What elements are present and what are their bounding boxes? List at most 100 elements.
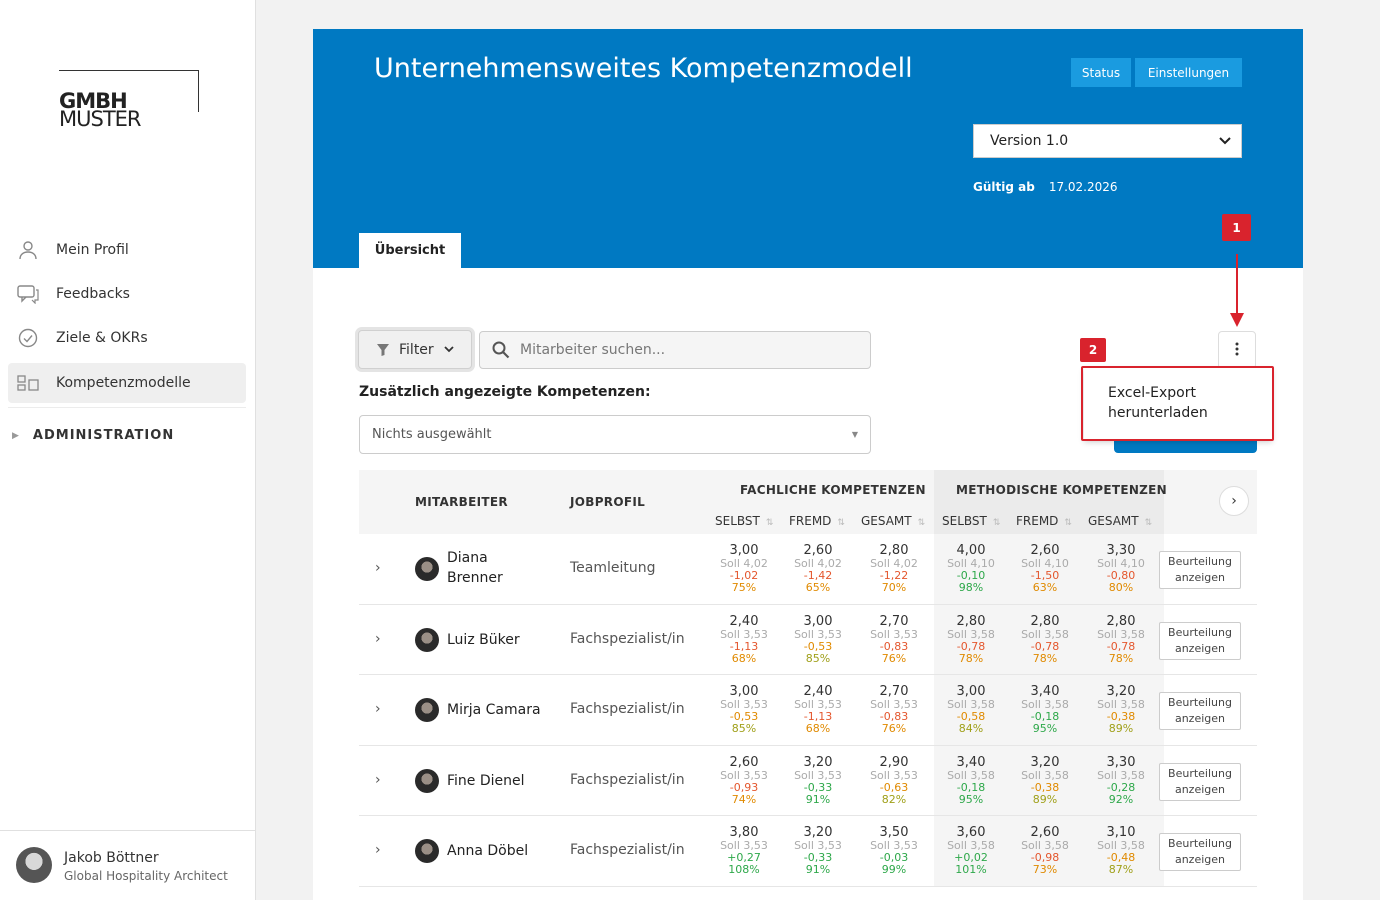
percent-value: 68% (731, 651, 757, 665)
target-value: Soll 3,58 (1021, 768, 1069, 782)
expand-chevron-icon[interactable]: › (375, 631, 381, 647)
percent-value: 98% (958, 581, 984, 594)
search-input[interactable] (520, 342, 840, 358)
score-value: 3,20 (803, 825, 833, 840)
sort-fremd-fach[interactable]: FREMD ⇅ (789, 514, 845, 528)
table-row[interactable]: › Fine Dienel Fachspezialist/in 2,60 Soll 3,… (359, 745, 1257, 816)
sort-icon: ⇅ (1144, 518, 1153, 528)
user-role: Global Hospitality Architect (64, 869, 228, 883)
table-row[interactable]: › Anna Döbel Fachspezialist/in 3,80 Soll 3,5… (359, 816, 1257, 887)
view-assessment-button[interactable]: Beurteilung anzeigen (1159, 621, 1241, 660)
table-row[interactable]: › Diana Brenner Teamleitung 3,00 Soll 4,02 -1… (359, 534, 1257, 605)
score-cell: 2,80 Soll 4,02 -1,22 70% (864, 543, 924, 594)
score-cell: 2,60 Soll 3,58 -0,98 73% (1015, 825, 1075, 876)
valid-from-label: Gültig ab (973, 180, 1035, 194)
company-logo[interactable]: MUSTER GMBH (59, 70, 199, 131)
sort-gesamt-fach[interactable]: GESAMT ⇅ (861, 514, 925, 528)
sort-gesamt-meth[interactable]: GESAMT ⇅ (1088, 514, 1152, 528)
percent-value: 70% (881, 581, 907, 594)
chevron-right-icon: › (1231, 493, 1237, 509)
settings-button[interactable]: Einstellungen (1135, 58, 1242, 87)
table-row[interactable]: › Luiz Büker Fachspezialist/in 2,40 Soll 3,5… (359, 604, 1257, 675)
kebab-icon (1235, 341, 1239, 360)
search-field[interactable] (479, 331, 871, 369)
sidebar-item-kompetenzmodelle[interactable]: Kompetenzmodelle (8, 363, 246, 403)
score-value: 3,00 (729, 684, 759, 699)
percent-value: 92% (1108, 792, 1134, 806)
target-value: Soll 3,53 (794, 768, 842, 782)
caret-down-icon: ▼ (851, 430, 858, 439)
sort-selbst-meth[interactable]: SELBST ⇅ (942, 514, 1000, 528)
delta-value: -0,93 (729, 780, 759, 794)
column-sub-label: SELBST (942, 514, 987, 528)
employee-name[interactable]: Luiz Büker (447, 630, 577, 650)
user-icon (16, 238, 40, 262)
percent-value: 76% (881, 651, 907, 665)
more-options-button[interactable] (1218, 331, 1256, 369)
view-assessment-button[interactable]: Beurteilung anzeigen (1159, 762, 1241, 801)
view-assessment-button[interactable]: Beurteilung anzeigen (1159, 833, 1241, 871)
score-cell: 3,30 Soll 3,58 -0,28 92% (1091, 755, 1151, 806)
extra-competencies-select[interactable]: Nichts ausgewählt ▼ (359, 415, 871, 454)
score-cell: 2,80 Soll 3,58 -0,78 78% (941, 614, 1001, 665)
delta-value: -0,63 (879, 780, 909, 794)
expand-chevron-icon[interactable]: › (375, 701, 381, 717)
employee-name[interactable]: Diana Brenner (447, 548, 517, 588)
percent-value: 76% (881, 722, 907, 735)
employee-name[interactable]: Anna Döbel (447, 841, 577, 861)
avatar (415, 557, 439, 581)
percent-value: 63% (1032, 581, 1058, 594)
score-value: 3,20 (1030, 754, 1060, 770)
employee-name[interactable]: Mirja Camara (447, 700, 577, 720)
table-header: MITARBEITER JOBPROFIL FACHLICHE KOMPETEN… (359, 470, 1257, 534)
version-select[interactable]: Version 1.0 (973, 124, 1242, 158)
user-profile[interactable]: Jakob Böttner Global Hospitality Archite… (0, 830, 256, 900)
annotation-arrow-head (1230, 313, 1244, 327)
avatar (16, 847, 52, 883)
column-group-fachlich: FACHLICHE KOMPETENZEN (740, 483, 926, 497)
sort-selbst-fach[interactable]: SELBST ⇅ (715, 514, 773, 528)
column-header-jobprofile[interactable]: JOBPROFIL (570, 495, 645, 509)
score-value: 3,30 (1106, 754, 1136, 770)
score-cell: 3,30 Soll 4,10 -0,80 80% (1091, 543, 1151, 594)
table-row[interactable]: › Mirja Camara Fachspezialist/in 3,00 Soll 3… (359, 675, 1257, 746)
employee-name[interactable]: Fine Dienel (447, 771, 577, 791)
target-value: Soll 3,58 (947, 768, 995, 782)
funnel-icon (377, 343, 389, 356)
score-cell: 2,80 Soll 3,58 -0,78 78% (1015, 614, 1075, 665)
percent-value: 80% (1108, 581, 1134, 594)
sidebar-item-ziele-okrs[interactable]: Ziele & OKRs (8, 318, 246, 358)
score-value: 2,60 (1030, 825, 1060, 840)
score-cell: 2,40 Soll 3,53 -1,13 68% (714, 614, 774, 665)
expand-chevron-icon[interactable]: › (375, 842, 381, 858)
score-value: 2,60 (729, 754, 759, 770)
score-cell: 3,00 Soll 3,53 -0,53 85% (788, 614, 848, 665)
version-select-value: Version 1.0 (990, 133, 1069, 149)
score-value: 2,70 (879, 684, 909, 699)
expand-chevron-icon[interactable]: › (375, 772, 381, 788)
score-value: 3,60 (956, 825, 986, 840)
percent-value: 89% (1032, 792, 1058, 806)
main-content: Unternehmensweites Kompetenzmodell Statu… (313, 29, 1303, 900)
sidebar-item-administration[interactable]: ▶ ADMINISTRATION (12, 428, 174, 443)
sidebar-item-mein-profil[interactable]: Mein Profil (8, 230, 246, 270)
view-assessment-button[interactable]: Beurteilung anzeigen (1159, 551, 1241, 589)
sidebar: MUSTER GMBH Mein Profil Feedbacks Ziele &… (0, 0, 256, 900)
user-name: Jakob Böttner (64, 850, 159, 866)
sidebar-item-feedbacks[interactable]: Feedbacks (8, 274, 246, 314)
column-header-employee[interactable]: MITARBEITER (415, 495, 508, 509)
sort-fremd-meth[interactable]: FREMD ⇅ (1016, 514, 1072, 528)
percent-value: 101% (955, 863, 987, 876)
score-value: 2,70 (879, 613, 909, 629)
tab-uebersicht[interactable]: Übersicht (359, 233, 461, 268)
scroll-right-button[interactable]: › (1219, 486, 1249, 516)
status-button[interactable]: Status (1071, 58, 1131, 87)
filter-button[interactable]: Filter (358, 330, 472, 369)
score-cell: 2,40 Soll 3,53 -1,13 68% (788, 684, 848, 735)
percent-value: 78% (958, 651, 984, 665)
view-assessment-button[interactable]: Beurteilung anzeigen (1159, 692, 1241, 730)
target-value: Soll 3,53 (870, 768, 918, 782)
score-value: 2,40 (729, 613, 759, 629)
page-title: Unternehmensweites Kompetenzmodell (374, 53, 913, 84)
expand-chevron-icon[interactable]: › (375, 560, 381, 576)
